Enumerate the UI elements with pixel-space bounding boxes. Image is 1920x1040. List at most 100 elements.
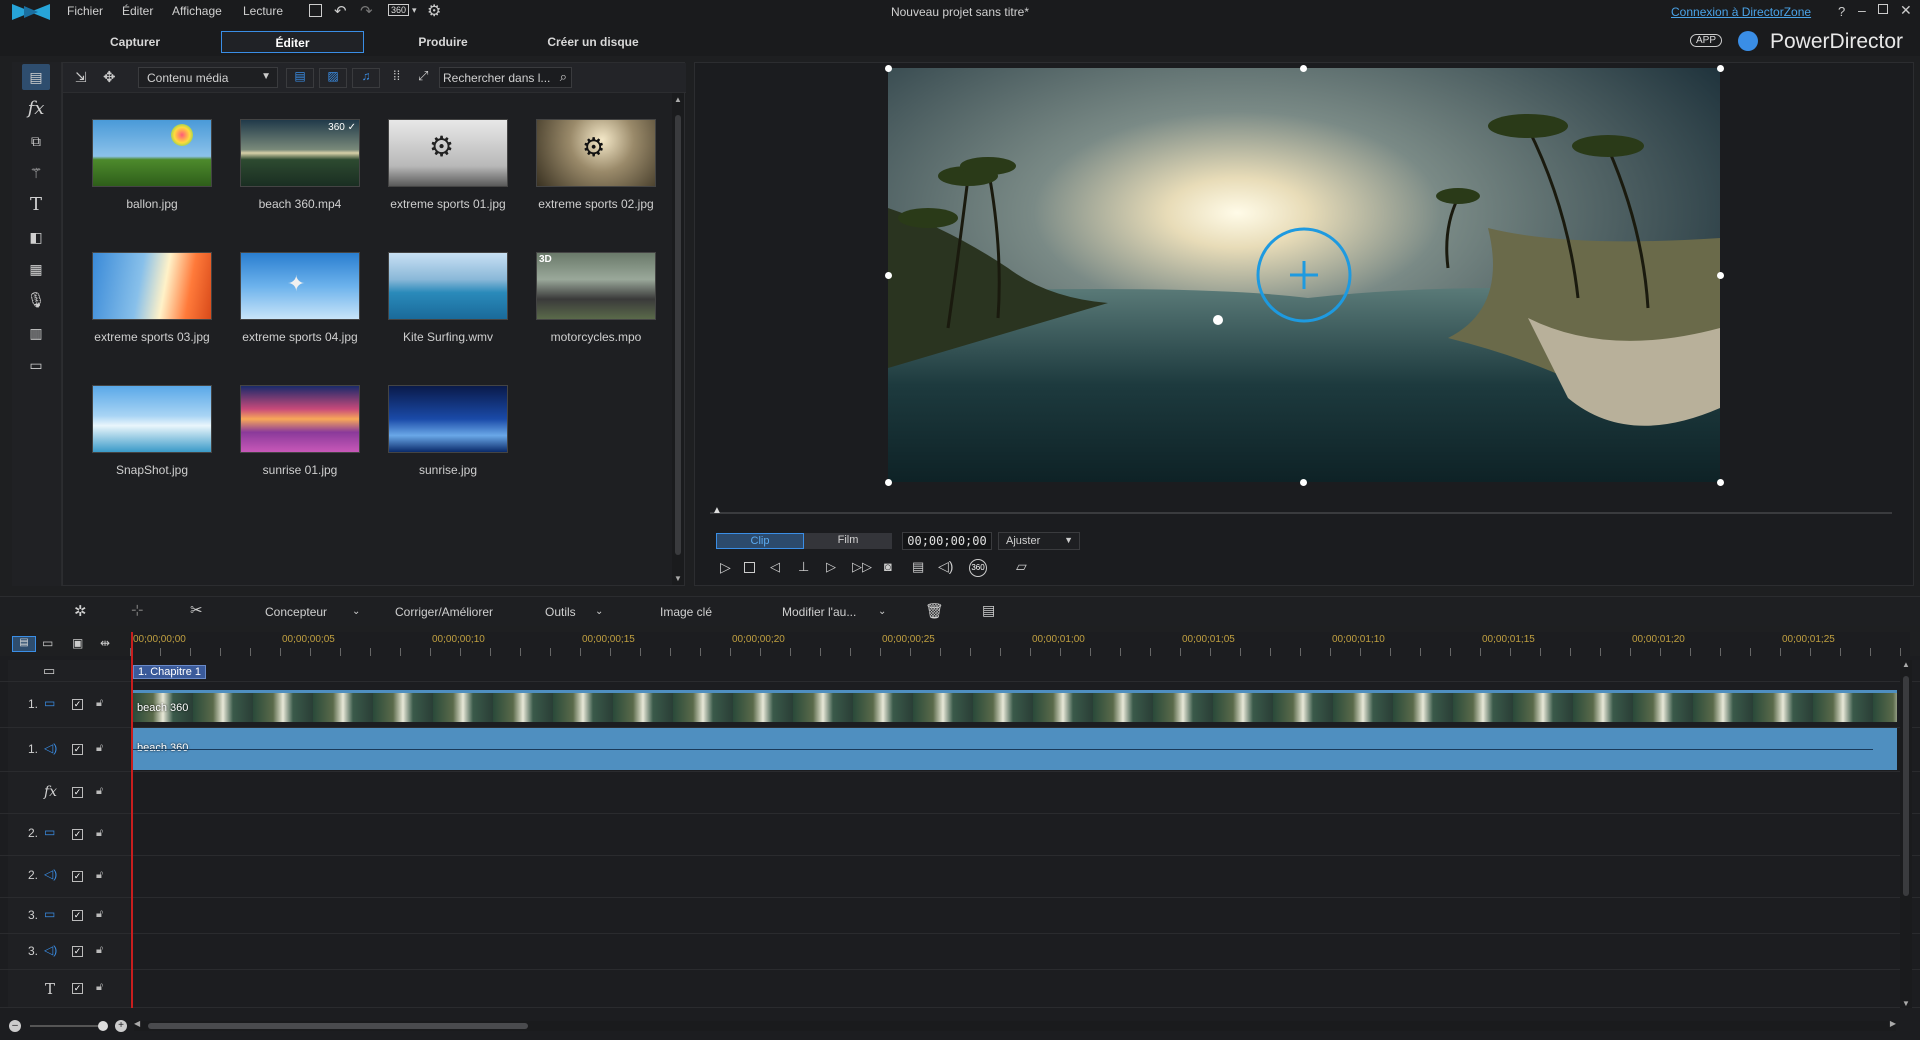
media-item[interactable]: ballon.jpg	[73, 105, 213, 230]
snapshot-icon[interactable]: ◙	[884, 559, 892, 574]
chevron-down-icon[interactable]: ⌄	[352, 606, 360, 617]
magic-tools-icon[interactable]: ✲	[74, 602, 87, 620]
zoom-slider[interactable]	[30, 1021, 108, 1031]
fast-forward-icon[interactable]: ▷▷	[852, 559, 872, 575]
zoom-out-icon[interactable]: –	[9, 1020, 21, 1032]
tools-menu[interactable]: Outils	[545, 605, 576, 619]
lock-icon[interactable]: 🔓︎	[96, 908, 103, 921]
resize-handle[interactable]	[1717, 272, 1724, 279]
audio-mix-room-icon[interactable]: ▦	[22, 256, 50, 282]
media-item[interactable]: SnapShot.jpg	[73, 371, 213, 496]
media-item[interactable]: Kite Surfing.wmv	[369, 238, 509, 363]
fit-dropdown[interactable]: Ajuster ▼	[998, 532, 1080, 550]
plugin-icon[interactable]: ✥	[103, 68, 116, 86]
scrubber-head[interactable]: ▲	[712, 505, 722, 516]
library-search-input[interactable]: Rechercher dans l... ⌕	[439, 67, 572, 88]
media-item[interactable]: ⚙ extreme sports 02.jpg	[517, 105, 657, 230]
media-item[interactable]: sunrise.jpg	[369, 371, 509, 496]
lock-icon[interactable]: 🔓︎	[96, 742, 103, 755]
media-item[interactable]: ✦ extreme sports 04.jpg	[221, 238, 361, 363]
designer-menu[interactable]: Concepteur	[265, 605, 327, 619]
undo-icon[interactable]: ↶	[334, 2, 347, 20]
preview-scrubber[interactable]: ▲	[710, 505, 1892, 516]
content-type-dropdown[interactable]: Contenu média ▼	[138, 67, 278, 88]
lock-icon[interactable]: 🔓︎	[96, 785, 103, 798]
menu-file[interactable]: Fichier	[67, 4, 103, 18]
clip-mode-button[interactable]: Clip	[716, 533, 804, 549]
timeline-vertical-scrollbar[interactable]: ▲ ▼	[1900, 660, 1912, 1008]
resize-handle[interactable]	[1717, 65, 1724, 72]
trash-icon[interactable]: 🗑	[925, 602, 944, 620]
minimize-icon[interactable]: –	[1858, 2, 1866, 18]
storyboard-mode-icon[interactable]: ▭	[42, 636, 53, 650]
fit-timeline-icon[interactable]: ⇹	[100, 636, 110, 650]
tab-create-disc[interactable]: Créer un disque	[523, 31, 663, 53]
menu-playback[interactable]: Lecture	[243, 4, 283, 18]
lock-icon[interactable]: 🔓︎	[96, 827, 103, 840]
directorzone-login-link[interactable]: Connexion à DirectorZone	[1671, 5, 1811, 19]
restore-icon[interactable]	[1878, 4, 1888, 14]
media-item[interactable]: 360 ✓ beach 360.mp4	[221, 105, 361, 230]
tab-edit[interactable]: Éditer	[221, 31, 364, 53]
chevron-down-icon[interactable]: ▾	[412, 5, 417, 16]
menu-edit[interactable]: Éditer	[122, 4, 153, 18]
tab-capture[interactable]: Capturer	[75, 31, 195, 53]
grid-view-icon[interactable]: ⁞⁞	[393, 68, 400, 83]
lock-icon[interactable]: 🔓︎	[96, 981, 103, 994]
fullscreen-icon[interactable]: ⤢	[418, 68, 428, 84]
menu-view[interactable]: Affichage	[172, 4, 222, 18]
track-enable-checkbox[interactable]: ✓	[72, 871, 83, 882]
modify-menu[interactable]: Modifier l'au...	[782, 605, 856, 619]
timecode-display[interactable]: 00;00;00;00	[902, 532, 992, 550]
transition-room-icon[interactable]: ◧	[22, 224, 50, 250]
effects-room-icon[interactable]: fx	[22, 96, 50, 122]
import-media-icon[interactable]: ⇲	[75, 69, 87, 86]
save-icon[interactable]	[309, 4, 322, 17]
resize-handle[interactable]	[1300, 65, 1307, 72]
timeline-horizontal-scrollbar[interactable]: ◀ ▶	[134, 1019, 1896, 1031]
media-room-icon[interactable]: ▤	[22, 64, 50, 90]
track-enable-checkbox[interactable]: ✓	[72, 699, 83, 710]
tab-produce[interactable]: Produire	[383, 31, 503, 53]
lock-icon[interactable]: 🔓︎	[96, 697, 103, 710]
close-icon[interactable]: ✕	[1900, 2, 1912, 19]
title-room-icon[interactable]: T	[22, 192, 50, 218]
media-item[interactable]: ⚙ extreme sports 01.jpg	[369, 105, 509, 230]
previous-frame-icon[interactable]: ◁	[770, 559, 780, 575]
lock-icon[interactable]: 🔓︎	[96, 869, 103, 882]
more-options-icon[interactable]: ▤	[982, 602, 995, 619]
play-icon[interactable]: ▷	[720, 559, 731, 576]
timeline-ruler[interactable]: 00;00;00;00 00;00;00;05 00;00;00;10 00;0…	[130, 632, 1910, 656]
360-view-icon[interactable]: 360	[969, 559, 987, 577]
track-enable-checkbox[interactable]: ✓	[72, 787, 83, 798]
video-filter-icon[interactable]: ▤	[286, 68, 314, 88]
resize-handle[interactable]	[885, 272, 892, 279]
media-item[interactable]: extreme sports 03.jpg	[73, 238, 213, 363]
timeline-mode-icon[interactable]: ▤	[12, 636, 36, 652]
undock-preview-icon[interactable]: ▱	[1016, 558, 1027, 575]
zoom-in-icon[interactable]: +	[115, 1020, 127, 1032]
360-mode-button[interactable]: 360	[388, 4, 410, 16]
chevron-down-icon[interactable]: ⌄	[595, 606, 603, 617]
settings-gear-icon[interactable]: ⚙	[427, 1, 441, 21]
preview-window[interactable]	[888, 68, 1720, 482]
track-enable-checkbox[interactable]: ✓	[72, 910, 83, 921]
particle-room-icon[interactable]: ⚚	[22, 160, 50, 186]
library-scrollbar[interactable]: ▲ ▼	[672, 93, 684, 585]
subtitle-icon[interactable]: ▤	[912, 559, 924, 575]
notification-icon[interactable]	[1738, 31, 1758, 51]
volume-icon[interactable]: ◁)	[938, 558, 953, 575]
audio-clip[interactable]: beach 360	[133, 728, 1897, 770]
chapter-room-icon[interactable]: ▥	[22, 320, 50, 346]
stop-icon[interactable]	[744, 562, 755, 573]
scissors-icon[interactable]: ✂	[190, 601, 203, 619]
video-clip[interactable]: beach 360	[133, 690, 1897, 722]
app-badge[interactable]: APP	[1690, 34, 1723, 47]
chapter-label[interactable]: 1. Chapitre 1	[133, 665, 206, 679]
film-mode-button[interactable]: Film	[804, 533, 892, 549]
redo-icon[interactable]: ↷	[360, 2, 373, 20]
pip-room-icon[interactable]: ⧉	[22, 128, 50, 154]
track-manager-icon[interactable]: ▣	[72, 636, 83, 650]
subtitle-room-icon[interactable]: ▭	[22, 352, 50, 378]
lock-icon[interactable]: 🔓︎	[96, 944, 103, 957]
